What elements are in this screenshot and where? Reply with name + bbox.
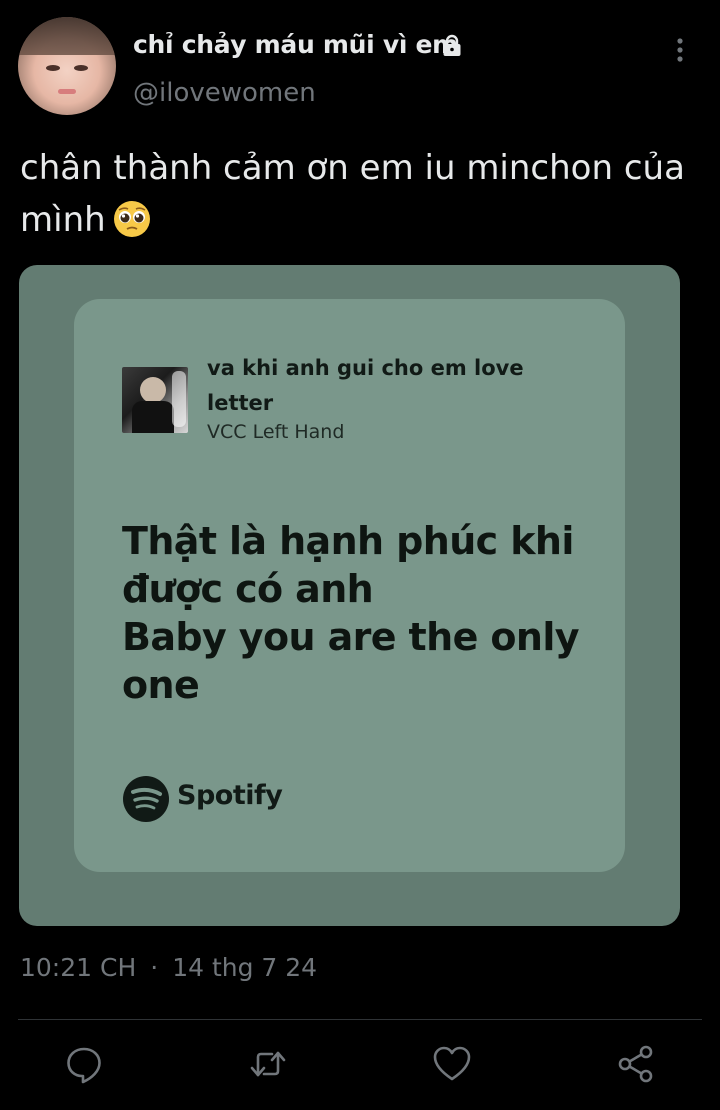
song-artist: VCC Left Hand — [207, 421, 345, 443]
reply-button[interactable] — [64, 1044, 104, 1084]
spotify-wordmark: Spotify — [177, 780, 283, 811]
display-name[interactable]: chỉ chảy máu mũi vì em — [133, 30, 458, 59]
tweet: chỉ chảy máu mũi vì em @ilovewomen chân … — [0, 0, 720, 1110]
pleading-face-emoji — [113, 201, 150, 237]
like-icon — [433, 1046, 471, 1081]
lyrics: Thật là hạnh phúc khi được có anh Baby y… — [122, 517, 592, 709]
retweet-icon — [250, 1051, 286, 1077]
avatar[interactable] — [18, 17, 116, 115]
lyric-line: Thật là hạnh phúc khi — [122, 519, 574, 563]
spotify-icon — [123, 776, 169, 822]
lock-icon — [443, 34, 461, 56]
share-button[interactable] — [616, 1044, 656, 1084]
tweet-meta: 10:21 CH · 14 thg 7 24 — [20, 953, 317, 982]
lyric-line: Baby you are the only — [122, 615, 580, 659]
album-art — [122, 367, 188, 433]
tweet-time[interactable]: 10:21 CH — [20, 953, 136, 982]
media-image[interactable]: va khi anh gui cho em love letter VCC Le… — [19, 265, 680, 926]
lyric-line: one — [122, 663, 200, 707]
user-handle[interactable]: @ilovewomen — [133, 78, 316, 108]
share-icon — [618, 1045, 653, 1083]
divider — [18, 1019, 702, 1020]
more-vertical-icon[interactable] — [668, 36, 692, 64]
reply-icon — [67, 1047, 101, 1084]
retweet-button[interactable] — [248, 1044, 288, 1084]
lyric-line: được có anh — [122, 567, 374, 611]
like-button[interactable] — [432, 1044, 472, 1084]
tweet-text: chân thành cảm ơn em iu minchon của mình — [20, 142, 700, 246]
song-title: va khi anh gui cho em love letter — [207, 356, 524, 415]
spotify-lyric-card: va khi anh gui cho em love letter VCC Le… — [74, 299, 625, 872]
meta-separator: · — [150, 953, 159, 982]
tweet-date[interactable]: 14 thg 7 24 — [172, 953, 317, 982]
